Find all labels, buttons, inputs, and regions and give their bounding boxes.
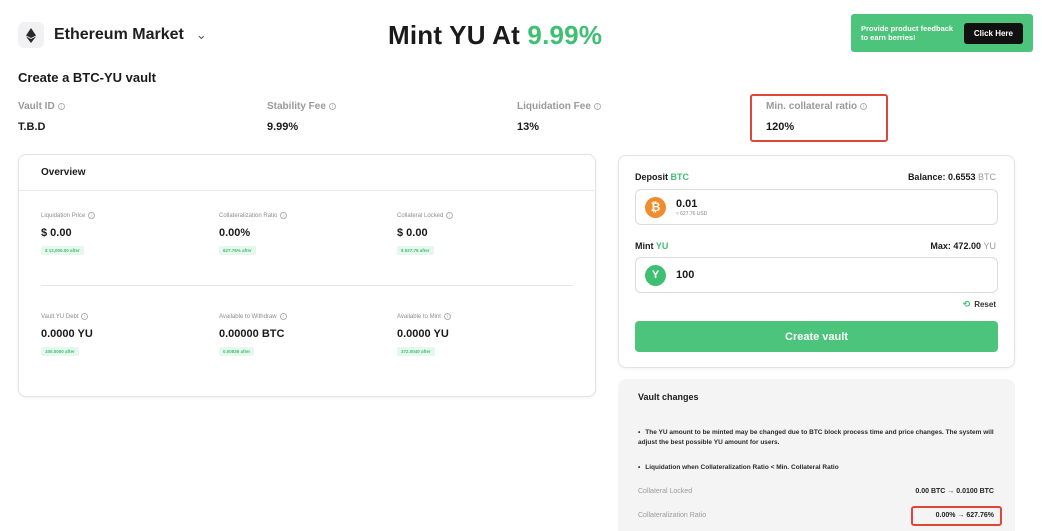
- vault-id-label: Vault ID: [18, 101, 55, 112]
- stat-after-badge: 0.00836 after: [219, 347, 255, 356]
- stat-after-badge: 372.0040 after: [397, 347, 435, 356]
- info-icon[interactable]: i: [328, 103, 336, 110]
- liquidation-fee-value: 13%: [517, 121, 540, 133]
- stat-value: 0.00000 BTC: [219, 328, 285, 340]
- mint-token: YU: [655, 241, 669, 251]
- info-icon[interactable]: i: [81, 313, 89, 320]
- deposit-mint-card: Deposit BTC Balance: 0.6553 BTC ₿ 0.01 ≈…: [618, 155, 1015, 368]
- deposit-amount-input[interactable]: ₿ 0.01 ≈ 627.76 USD: [635, 189, 998, 225]
- info-icon[interactable]: i: [279, 313, 287, 320]
- hero-rate: 9.99%: [527, 20, 603, 50]
- change-label: Collateral Locked: [638, 488, 693, 495]
- stat-value: 0.00%: [219, 227, 251, 239]
- stat-after-badge: 627.76% after: [219, 246, 256, 255]
- liquidation-fee-label: Liquidation Fee: [517, 101, 591, 112]
- reset-button[interactable]: ⟲ Reset: [963, 299, 996, 310]
- overview-divider: [41, 285, 573, 286]
- change-value: 0.00 BTC → 0.0100 BTC: [915, 488, 994, 495]
- stat-value: $ 0.00: [397, 227, 428, 239]
- info-icon[interactable]: i: [280, 212, 288, 219]
- hero-prefix: Mint YU At: [388, 20, 528, 50]
- liquidation-fee-field: Liquidation Fee i 13%: [517, 101, 601, 133]
- stat-value: 0.0000 YU: [397, 328, 449, 340]
- stat-available-to-withdraw: Available to Withdraw i 0.00000 BTC 0.008…: [219, 313, 287, 358]
- stat-label: Available to Withdraw: [219, 313, 277, 320]
- highlight-box: [750, 94, 888, 142]
- overview-title: Overview: [19, 155, 595, 191]
- max-display: Max: 472.00 YU: [930, 241, 996, 251]
- stat-collateralization-ratio: Collateralization Ratio i 0.00% 627.76% a…: [219, 212, 288, 257]
- vault-id-value: T.B.D: [18, 121, 46, 133]
- overview-card: Overview Liquidation Price i $ 0.00 $ 12,…: [18, 154, 596, 397]
- info-icon[interactable]: i: [443, 313, 451, 320]
- ethereum-icon: [18, 22, 44, 48]
- mint-amount: 100: [676, 269, 695, 281]
- balance-token: BTC: [978, 172, 996, 182]
- vault-change-row: Collateral Locked 0.00 BTC → 0.0100 BTC: [638, 488, 994, 495]
- stat-label: Collateralization Ratio: [219, 212, 278, 219]
- hero-title: Mint YU At 9.99%: [388, 20, 602, 51]
- feedback-banner: Provide product feedback to earn berries…: [851, 14, 1033, 52]
- info-icon[interactable]: i: [57, 103, 65, 110]
- reset-label: Reset: [974, 300, 996, 309]
- stat-value: 0.0000 YU: [41, 328, 93, 340]
- info-icon[interactable]: i: [593, 103, 601, 110]
- vault-id-field: Vault ID i T.B.D: [18, 101, 65, 133]
- deposit-label: Deposit BTC: [635, 172, 689, 182]
- refresh-icon: ⟲: [962, 299, 971, 309]
- stat-after-badge: 100.0000 after: [41, 347, 79, 356]
- create-vault-button[interactable]: Create vault: [635, 321, 998, 352]
- change-label: Collateralization Ratio: [638, 512, 707, 519]
- page-title: Create a BTC-YU vault: [18, 70, 156, 85]
- stat-after-badge: $ 627.76 after: [397, 246, 434, 255]
- stat-label: Collateral Locked: [397, 212, 444, 219]
- deposit-amount: 0.01: [676, 197, 698, 210]
- stat-liquidation-price: Liquidation Price i $ 0.00 $ 12,000.00 af…: [41, 212, 96, 257]
- mint-label-text: Mint: [635, 241, 654, 251]
- highlight-box: [911, 506, 1002, 526]
- stat-collateral-locked: Collateral Locked i $ 0.00 $ 627.76 after: [397, 212, 454, 257]
- stability-fee-label: Stability Fee: [267, 101, 326, 112]
- note-text: The YU amount to be minted may be change…: [638, 429, 994, 446]
- max-token: YU: [983, 241, 996, 251]
- deposit-label-text: Deposit: [635, 172, 669, 182]
- balance-display: Balance: 0.6553 BTC: [908, 172, 996, 182]
- vault-changes-note: • The YU amount to be minted may be chang…: [638, 429, 994, 446]
- info-icon[interactable]: i: [88, 212, 96, 219]
- mint-label: Mint YU: [635, 241, 668, 251]
- mint-amount-input[interactable]: Y 100: [635, 257, 998, 293]
- stat-label: Vault YU Debt: [41, 313, 79, 320]
- chevron-down-icon: ⌄: [195, 27, 207, 42]
- stat-after-badge: $ 12,000.00 after: [41, 246, 84, 255]
- stat-vault-yu-debt: Vault YU Debt i 0.0000 YU 100.0000 after: [41, 313, 93, 358]
- market-name: Ethereum Market: [54, 26, 184, 43]
- deposit-token: BTC: [670, 172, 690, 182]
- stat-available-to-mint: Available to Mint i 0.0000 YU 372.0040 af…: [397, 313, 451, 358]
- info-icon[interactable]: i: [446, 212, 454, 219]
- market-selector[interactable]: Ethereum Market ⌄: [18, 22, 207, 48]
- vault-changes-note: • Liquidation when Collateralization Rati…: [638, 464, 839, 471]
- stat-value: $ 0.00: [41, 227, 72, 239]
- yu-token-icon: Y: [645, 264, 666, 286]
- stat-label: Liquidation Price: [41, 212, 86, 219]
- stability-fee-field: Stability Fee i 9.99%: [267, 101, 336, 133]
- stability-fee-value: 9.99%: [267, 121, 299, 133]
- vault-changes-title: Vault changes: [638, 392, 699, 402]
- bitcoin-icon: ₿: [645, 196, 666, 218]
- deposit-usd-value: ≈ 627.76 USD: [676, 210, 708, 217]
- note-text: Liquidation when Collateralization Ratio…: [645, 464, 839, 471]
- balance-label: Balance: 0.6553: [907, 172, 976, 182]
- stat-label: Available to Mint: [397, 313, 441, 320]
- max-label: Max: 472.00: [930, 241, 981, 251]
- feedback-text: Provide product feedback to earn berries…: [861, 24, 954, 42]
- feedback-click-here-button[interactable]: Click Here: [963, 22, 1023, 44]
